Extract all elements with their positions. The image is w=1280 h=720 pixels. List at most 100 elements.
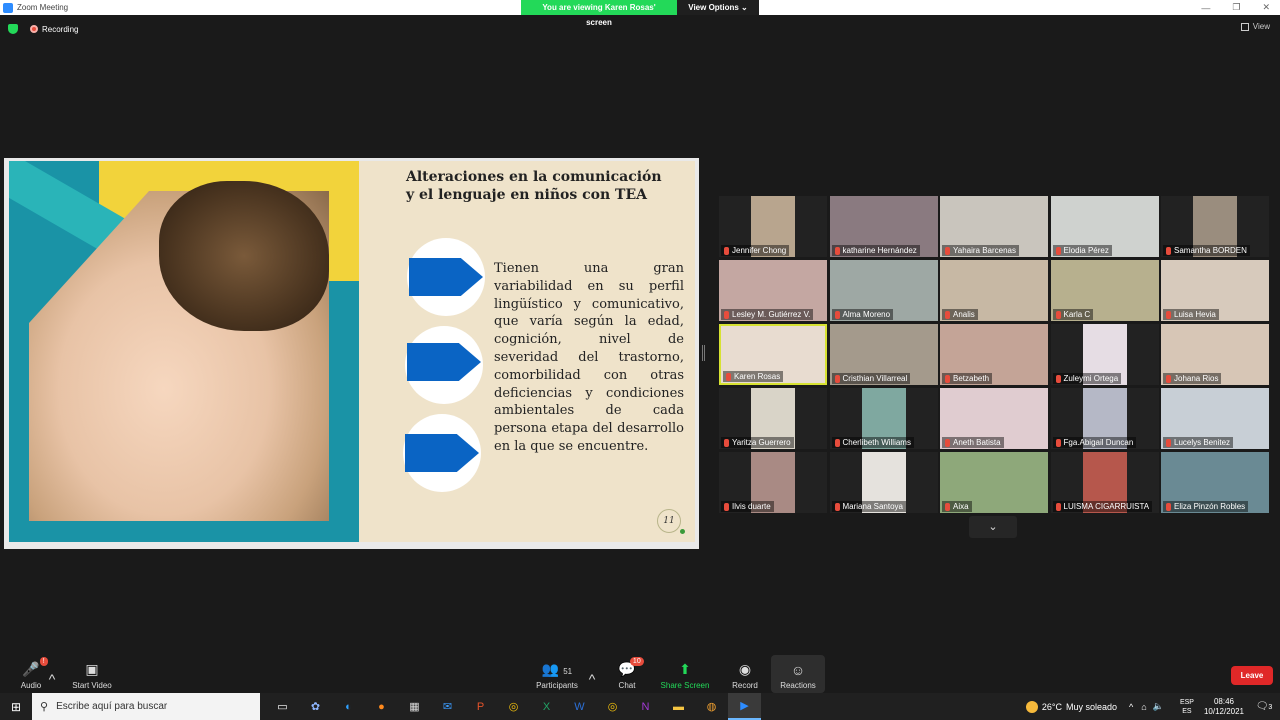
- share-screen-button[interactable]: ⬆ Share Screen: [660, 655, 710, 693]
- muted-mic-icon: [834, 438, 840, 447]
- participant-name: Ilvis duarte: [721, 501, 774, 512]
- edge-browser-icon[interactable]: ◐: [332, 693, 365, 720]
- participant-tile[interactable]: Lesley M. Gutiérrez V.: [719, 260, 827, 321]
- muted-mic-icon: [1166, 502, 1171, 511]
- slide-body: Tienen una gran variabilidad en su perfi…: [494, 261, 684, 454]
- video-off-icon: ▣: [85, 661, 99, 677]
- window-controls: — ❐ ✕: [1201, 0, 1270, 15]
- close-button[interactable]: ✕: [1262, 2, 1270, 13]
- recording-dot-icon: [30, 25, 38, 33]
- participant-tile[interactable]: Alma Moreno: [829, 260, 938, 321]
- participant-tile[interactable]: Betzabeth: [940, 324, 1048, 385]
- participant-tile[interactable]: Aneth Batista: [940, 388, 1048, 449]
- leave-button[interactable]: Leave: [1231, 666, 1273, 685]
- participant-name: LUISMA CIGARRUISTA: [1052, 501, 1153, 512]
- muted-mic-icon: [1055, 374, 1061, 383]
- participants-button[interactable]: 👥 51 Participants: [532, 655, 582, 693]
- participant-name: Samantha BORDEN: [1163, 245, 1250, 256]
- search-icon: ⚲: [40, 701, 49, 713]
- muted-mic-icon: [1055, 502, 1061, 511]
- participant-tile[interactable]: Mariana Santoya: [829, 452, 938, 513]
- file-explorer-icon[interactable]: ▬: [662, 693, 695, 720]
- participant-tile[interactable]: Zuleymi Ortega: [1050, 324, 1159, 385]
- smiley-plus-icon: ☺: [790, 662, 806, 678]
- audio-options-chevron[interactable]: ^: [46, 655, 58, 693]
- participant-name: Elodia Pérez: [1052, 245, 1112, 256]
- chrome-icon[interactable]: ◎: [497, 693, 530, 720]
- meeting-status: Recording: [8, 22, 78, 36]
- next-page-button[interactable]: ⌄: [969, 516, 1017, 538]
- chat-button[interactable]: 💬 10 Chat: [612, 655, 644, 693]
- input-language[interactable]: ESP ES: [1180, 698, 1194, 716]
- app-icon[interactable]: ◍: [695, 693, 728, 720]
- participant-name: Yahaira Barcenas: [942, 245, 1019, 256]
- microsoft-store-icon[interactable]: ▦: [398, 693, 431, 720]
- network-icon[interactable]: ⌂: [1141, 702, 1146, 712]
- taskbar-search-box[interactable]: ⚲ Escribe aquí para buscar: [32, 693, 260, 720]
- system-tray: 26°C Muy soleado ^ ⌂ 🔈 ESP ES 08:46 10/1…: [1025, 693, 1280, 720]
- widgets-icon[interactable]: ✿: [299, 693, 332, 720]
- participant-tile[interactable]: Karen Rosas: [719, 324, 827, 385]
- participant-name: Lucelys Benitez: [1163, 437, 1234, 448]
- participant-tile[interactable]: Karla C: [1050, 260, 1159, 321]
- muted-mic-icon: [1055, 310, 1061, 319]
- task-view-icon[interactable]: ▭: [266, 693, 299, 720]
- participant-tile[interactable]: Analis: [940, 260, 1048, 321]
- participant-tile[interactable]: LUISMA CIGARRUISTA: [1050, 452, 1159, 513]
- reactions-button[interactable]: ☺ Reactions: [771, 655, 825, 693]
- participant-name: Eliza Pinzón Robles: [1163, 501, 1249, 512]
- view-label: View: [1252, 22, 1270, 31]
- muted-mic-icon: [834, 310, 840, 319]
- participant-tile[interactable]: Eliza Pinzón Robles: [1161, 452, 1269, 513]
- participant-tile[interactable]: Yahaira Barcenas: [940, 196, 1048, 257]
- participant-tile[interactable]: Elodia Pérez: [1050, 196, 1159, 257]
- sun-icon: [1025, 700, 1038, 713]
- participant-name: Lesley M. Gutiérrez V.: [721, 309, 814, 320]
- participant-tile[interactable]: Aixa: [940, 452, 1048, 513]
- view-button[interactable]: View: [1240, 22, 1270, 31]
- firefox-icon[interactable]: ●: [365, 693, 398, 720]
- participant-name: katharine Hernández: [831, 245, 920, 256]
- audio-button[interactable]: 🎤! Audio: [15, 655, 48, 693]
- participant-tile[interactable]: Jennifer Chong: [719, 196, 827, 257]
- participant-tile[interactable]: Johana Rios: [1161, 324, 1269, 385]
- minimize-button[interactable]: —: [1201, 3, 1210, 13]
- participant-name: Jennifer Chong: [721, 245, 790, 256]
- speaker-icon[interactable]: 🔈: [1153, 701, 1164, 712]
- security-shield-icon[interactable]: [8, 24, 18, 34]
- record-button[interactable]: ◉ Record: [728, 655, 762, 693]
- dog-image: [159, 181, 329, 331]
- start-video-button[interactable]: ▣ Start Video: [66, 655, 118, 693]
- windows-start-button[interactable]: ⊞: [0, 693, 32, 720]
- split-resize-handle[interactable]: [702, 345, 705, 361]
- tray-overflow-icon[interactable]: ^: [1129, 702, 1133, 712]
- muted-mic-icon: [726, 372, 731, 381]
- participant-tile[interactable]: Luisa Hevia: [1161, 260, 1269, 321]
- participant-tile[interactable]: Cristhian Villarreal: [829, 324, 938, 385]
- participant-tile[interactable]: Ilvis duarte: [719, 452, 827, 513]
- powerpoint-icon[interactable]: P: [464, 693, 497, 720]
- clock[interactable]: 08:46 10/12/2021: [1204, 697, 1244, 717]
- participant-tile[interactable]: Cherlibeth Williams: [829, 388, 938, 449]
- view-options-button[interactable]: View Options ⌄: [677, 0, 759, 15]
- participants-options-chevron[interactable]: ^: [586, 655, 598, 693]
- word-icon[interactable]: W: [563, 693, 596, 720]
- participant-tile[interactable]: Samantha BORDEN: [1161, 196, 1269, 257]
- windows-taskbar: ⊞ ⚲ Escribe aquí para buscar ▭ ✿ ◐ ● ▦ ✉…: [0, 693, 1280, 720]
- participant-name: Aixa: [942, 501, 972, 512]
- participant-name: Analis: [942, 309, 978, 320]
- notifications-icon[interactable]: 🗨3: [1254, 701, 1274, 712]
- chrome-profile-icon[interactable]: ◎: [596, 693, 629, 720]
- participant-tile[interactable]: katharine Hernández: [829, 196, 938, 257]
- weather-widget[interactable]: 26°C Muy soleado: [1025, 700, 1117, 713]
- excel-icon[interactable]: X: [530, 693, 563, 720]
- muted-mic-icon: [1055, 438, 1061, 447]
- participant-tile[interactable]: Fga.Abigail Duncan: [1050, 388, 1159, 449]
- zoom-taskbar-icon[interactable]: ▶: [728, 693, 761, 720]
- restore-button[interactable]: ❐: [1232, 2, 1240, 13]
- participant-tile[interactable]: Lucelys Benitez: [1161, 388, 1269, 449]
- mail-icon[interactable]: ✉: [431, 693, 464, 720]
- onenote-icon[interactable]: N: [629, 693, 662, 720]
- participant-tile[interactable]: Yaritza Guerrero: [719, 388, 827, 449]
- participant-name: Cristhian Villarreal: [831, 373, 911, 384]
